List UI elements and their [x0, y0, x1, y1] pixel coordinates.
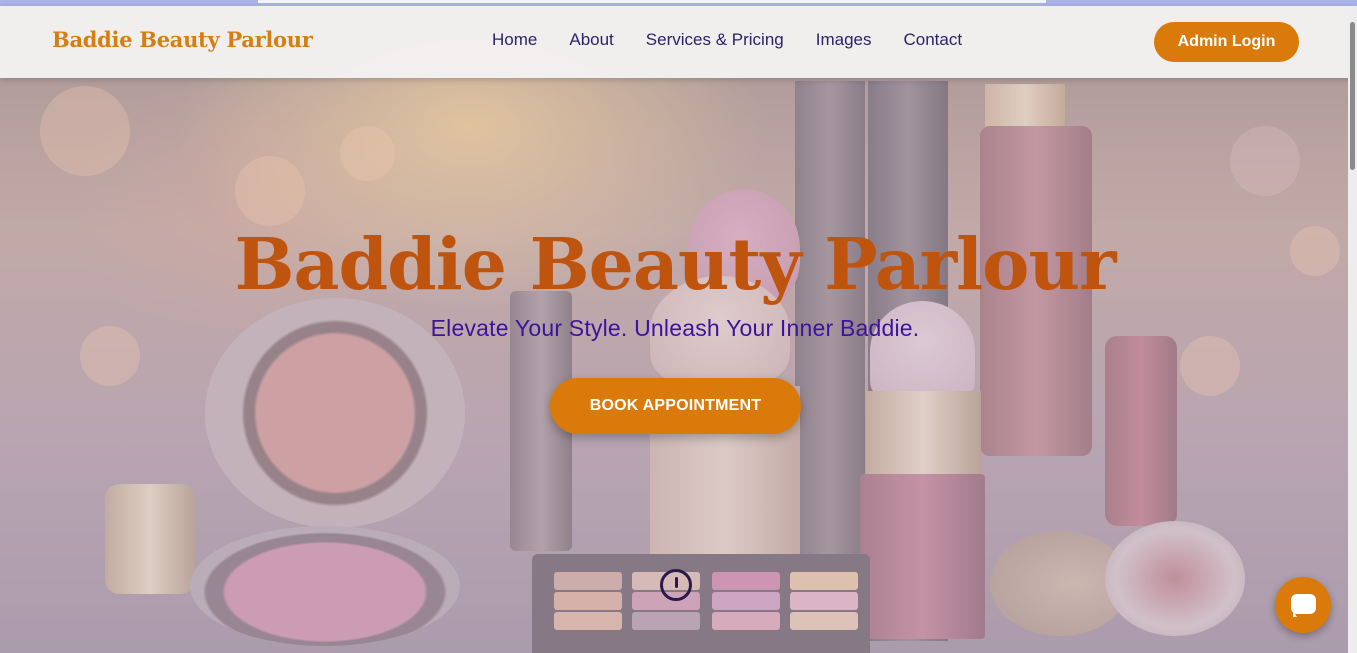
page-scrollbar[interactable]	[1348, 6, 1357, 653]
hero-title: Baddie Beauty Parlour	[234, 222, 1117, 306]
nav-link-home[interactable]: Home	[492, 30, 537, 50]
nav-link-contact[interactable]: Contact	[903, 30, 962, 50]
hero-subtitle: Elevate Your Style. Unleash Your Inner B…	[430, 315, 920, 341]
scrollbar-thumb[interactable]	[1350, 22, 1355, 170]
book-appointment-button[interactable]: BOOK APPOINTMENT	[550, 378, 801, 434]
nav-link-services-pricing[interactable]: Services & Pricing	[646, 30, 784, 50]
nav-link-about[interactable]: About	[569, 30, 613, 50]
scroll-down-icon[interactable]	[660, 569, 692, 601]
brand-logo[interactable]: Baddie Beauty Parlour	[52, 27, 313, 52]
chat-button[interactable]	[1275, 577, 1331, 633]
nav-link-images[interactable]: Images	[816, 30, 872, 50]
admin-login-button[interactable]: Admin Login	[1154, 22, 1299, 62]
nav-links: Home About Services & Pricing Images Con…	[492, 30, 962, 50]
navbar: Baddie Beauty Parlour Home About Service…	[0, 6, 1357, 78]
